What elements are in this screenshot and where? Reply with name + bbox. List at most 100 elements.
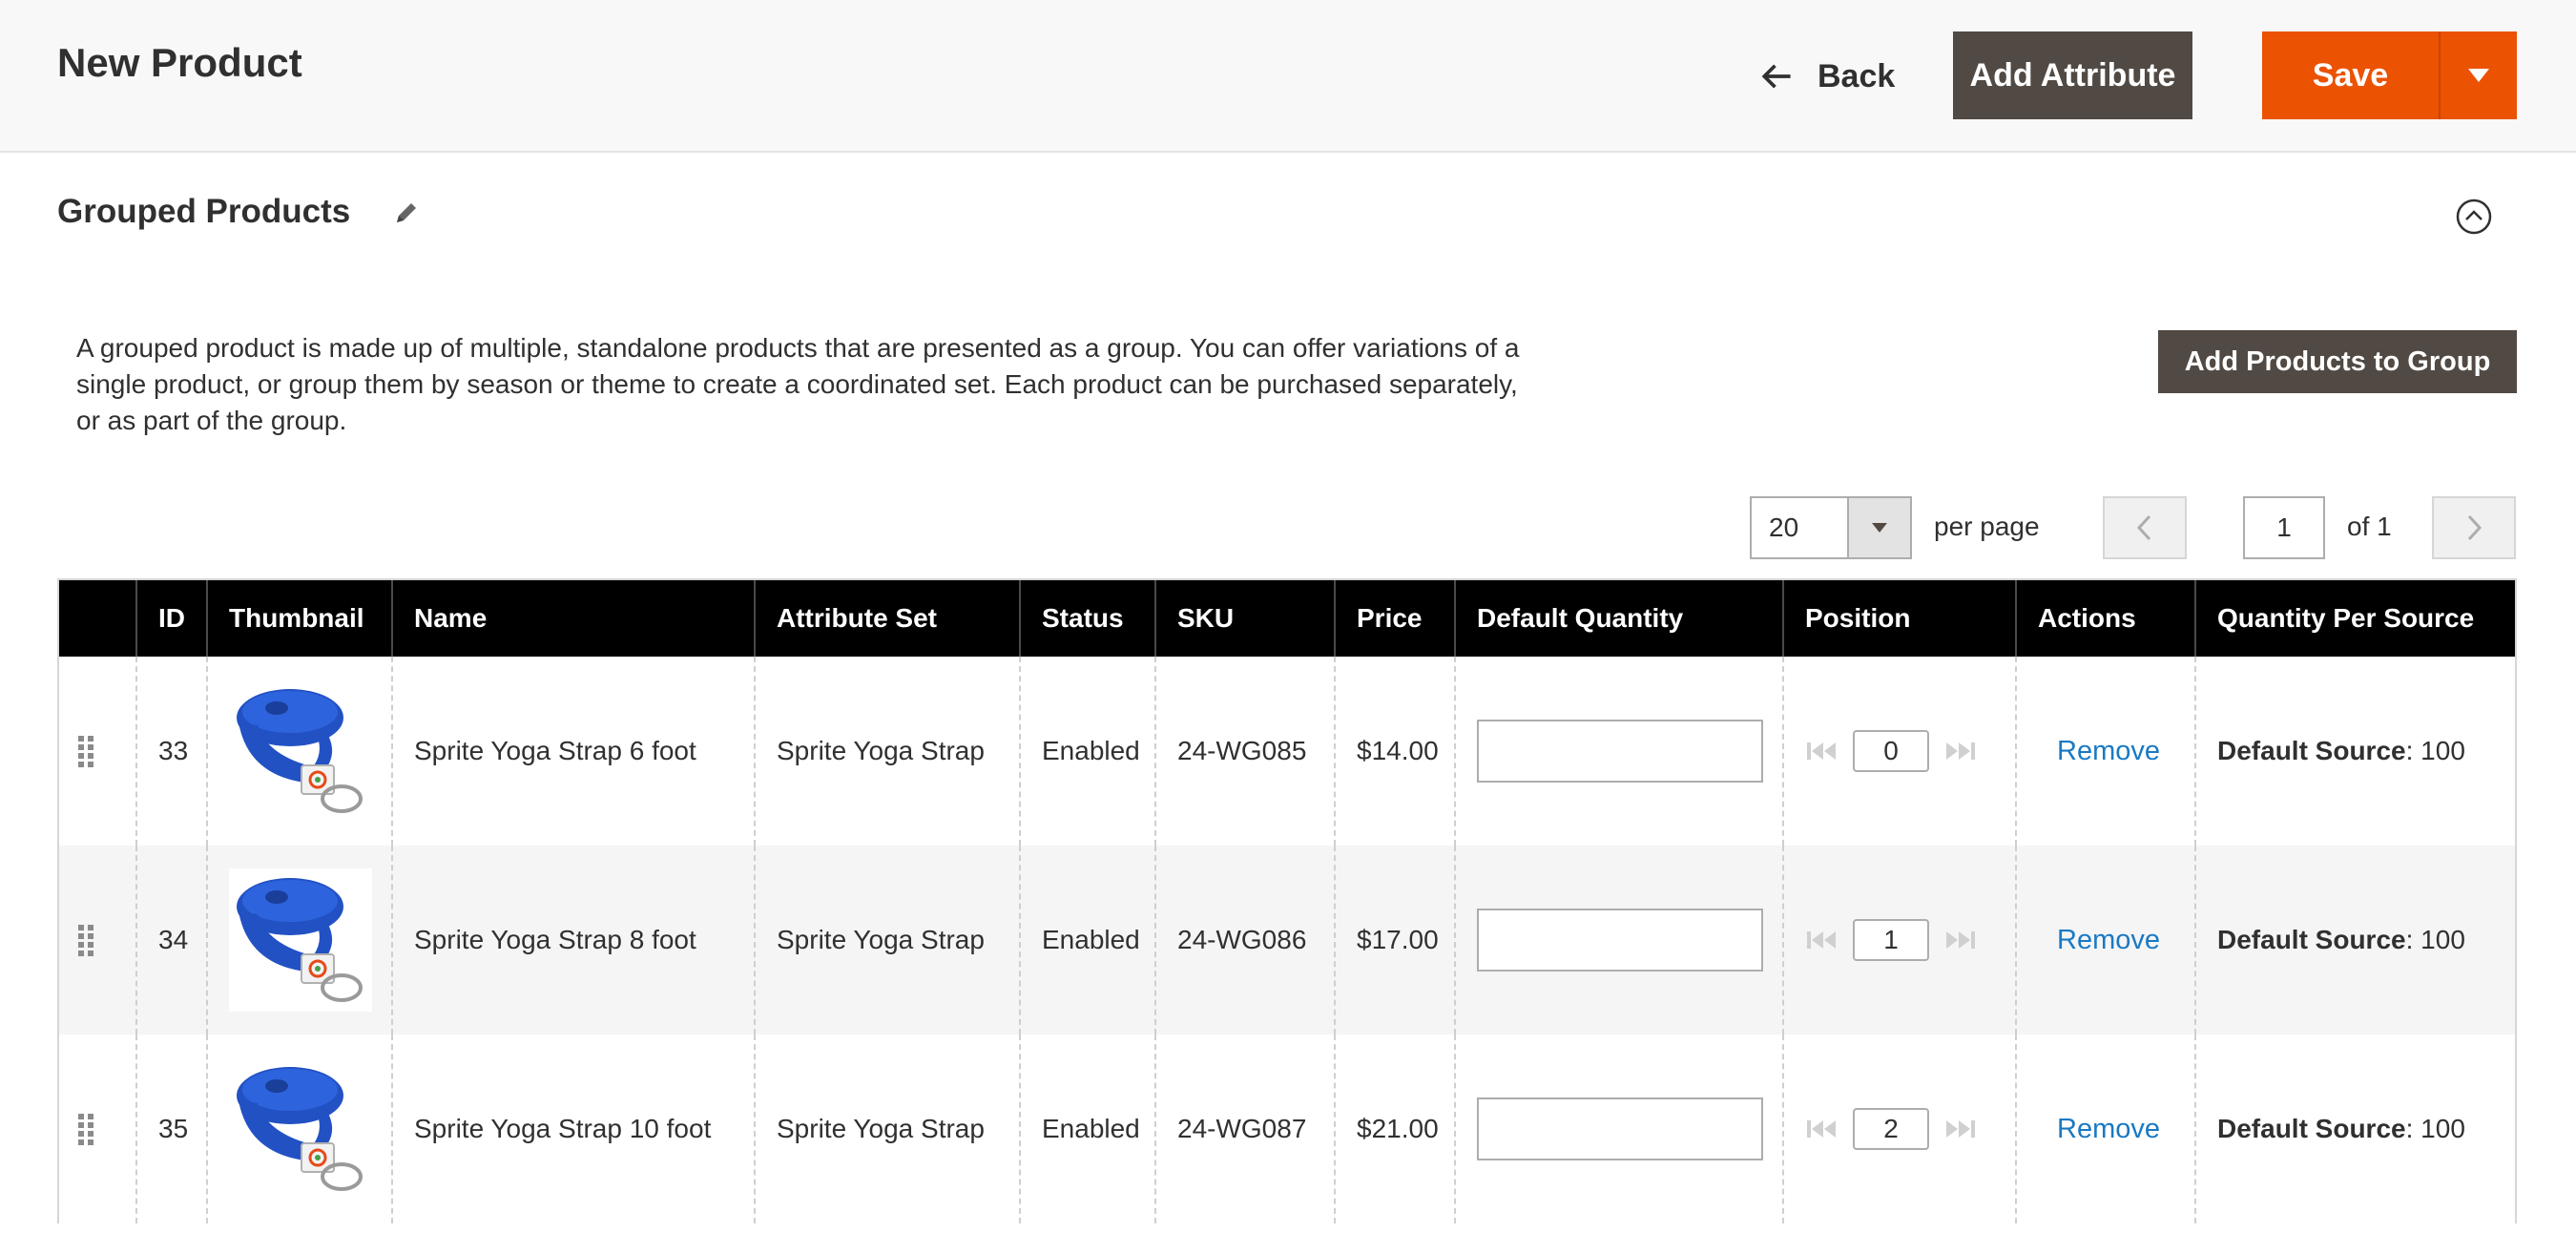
column-header-quantity-per-source: Quantity Per Source (2194, 580, 2515, 657)
back-button-label: Back (1818, 57, 1896, 94)
table-row: 35 Sprite Yoga Strap 10 foot Sprite Yoga… (59, 1035, 2515, 1223)
default-quantity-cell (1454, 657, 1782, 846)
position-cell (1782, 1035, 2015, 1223)
status-cell: Enabled (1019, 846, 1154, 1035)
product-thumbnail (229, 679, 372, 823)
position-input[interactable] (1853, 730, 1929, 772)
per-page-label: per page (1934, 512, 2040, 541)
actions-cell: Remove (2015, 1035, 2194, 1223)
drag-cell (59, 657, 135, 846)
source-name: Default Source (2217, 736, 2406, 765)
next-page-button[interactable] (2432, 496, 2516, 559)
attribute-set-cell: Sprite Yoga Strap (754, 846, 1019, 1035)
current-page-input[interactable] (2243, 496, 2325, 559)
name-cell: Sprite Yoga Strap 6 foot (391, 657, 754, 846)
source-name: Default Source (2217, 925, 2406, 954)
column-header-actions: Actions (2015, 580, 2194, 657)
price-cell: $17.00 (1334, 846, 1454, 1035)
per-page-select[interactable]: 20 (1750, 496, 1912, 559)
column-header-drag (59, 580, 135, 657)
position-input[interactable] (1853, 1108, 1929, 1150)
product-thumbnail (229, 1057, 372, 1201)
skip-to-first-icon[interactable] (1805, 741, 1839, 762)
column-header-price[interactable]: Price (1334, 580, 1454, 657)
sku-cell: 24-WG087 (1154, 1035, 1334, 1223)
attribute-set-cell: Sprite Yoga Strap (754, 1035, 1019, 1223)
remove-link[interactable]: Remove (2057, 736, 2160, 767)
status-cell: Enabled (1019, 657, 1154, 846)
thumbnail-cell (206, 657, 391, 846)
grouped-products-grid: ID Thumbnail Name Attribute Set Status S… (57, 578, 2517, 1223)
skip-to-last-icon[interactable] (1942, 1118, 1977, 1139)
default-quantity-input[interactable] (1477, 909, 1763, 972)
default-quantity-cell (1454, 1035, 1782, 1223)
skip-to-last-icon[interactable] (1942, 741, 1977, 762)
column-header-default-quantity: Default Quantity (1454, 580, 1782, 657)
name-cell: Sprite Yoga Strap 8 foot (391, 846, 754, 1035)
skip-to-first-icon[interactable] (1805, 930, 1839, 951)
actions-cell: Remove (2015, 657, 2194, 846)
quantity-per-source-cell: Default Source: 100 (2194, 1035, 2515, 1223)
price-cell: $21.00 (1334, 1035, 1454, 1223)
source-name: Default Source (2217, 1114, 2406, 1143)
skip-to-last-icon[interactable] (1942, 930, 1977, 951)
id-cell: 34 (135, 846, 206, 1035)
add-attribute-button[interactable]: Add Attribute (1953, 31, 2192, 119)
drag-cell (59, 846, 135, 1035)
drag-handle-icon[interactable] (76, 923, 97, 957)
status-cell: Enabled (1019, 1035, 1154, 1223)
arrow-left-icon (1761, 64, 1791, 89)
per-page-toggle[interactable] (1847, 498, 1910, 557)
quantity-per-source-cell: Default Source: 100 (2194, 846, 2515, 1035)
name-cell: Sprite Yoga Strap 10 foot (391, 1035, 754, 1223)
previous-page-button[interactable] (2103, 496, 2187, 559)
position-input[interactable] (1853, 919, 1929, 961)
pencil-icon[interactable] (391, 198, 422, 228)
add-products-to-group-button[interactable]: Add Products to Group (2158, 330, 2517, 393)
source-quantity: : 100 (2405, 925, 2465, 954)
save-button[interactable]: Save (2262, 31, 2439, 119)
table-row: 33 Sprite Yoga Strap 6 foot Sprite Yoga … (59, 657, 2515, 846)
column-header-thumbnail: Thumbnail (206, 580, 391, 657)
page-header: New Product Back Add Attribute Save (0, 0, 2576, 153)
quantity-per-source-cell: Default Source: 100 (2194, 657, 2515, 846)
skip-to-first-icon[interactable] (1805, 1118, 1839, 1139)
chevron-up-circle-icon[interactable] (2455, 198, 2493, 236)
grid-header: ID Thumbnail Name Attribute Set Status S… (59, 580, 2515, 657)
thumbnail-cell (206, 846, 391, 1035)
default-quantity-input[interactable] (1477, 720, 1763, 783)
section-title: Grouped Products (57, 193, 351, 230)
product-thumbnail (229, 868, 372, 1012)
column-header-status[interactable]: Status (1019, 580, 1154, 657)
drag-cell (59, 1035, 135, 1223)
position-control (1805, 919, 1977, 961)
source-quantity: : 100 (2405, 1114, 2465, 1143)
chevron-right-icon (2467, 514, 2483, 541)
price-cell: $14.00 (1334, 657, 1454, 846)
position-cell (1782, 846, 2015, 1035)
drag-handle-icon[interactable] (76, 1112, 97, 1146)
remove-link[interactable]: Remove (2057, 925, 2160, 956)
drag-handle-icon[interactable] (76, 734, 97, 768)
attribute-set-cell: Sprite Yoga Strap (754, 657, 1019, 846)
chevron-left-icon (2136, 514, 2151, 541)
column-header-position: Position (1782, 580, 2015, 657)
column-header-name[interactable]: Name (391, 580, 754, 657)
section-description: A grouped product is made up of multiple… (76, 333, 1520, 435)
default-quantity-input[interactable] (1477, 1097, 1763, 1160)
id-cell: 35 (135, 1035, 206, 1223)
id-cell: 33 (135, 657, 206, 846)
sku-cell: 24-WG085 (1154, 657, 1334, 846)
column-header-id[interactable]: ID (135, 580, 206, 657)
back-button[interactable]: Back (1760, 50, 1895, 103)
thumbnail-cell (206, 1035, 391, 1223)
remove-link[interactable]: Remove (2057, 1114, 2160, 1145)
column-header-sku[interactable]: SKU (1154, 580, 1334, 657)
save-options-toggle[interactable] (2439, 31, 2517, 119)
caret-down-icon (1872, 523, 1887, 533)
table-row: 34 Sprite Yoga Strap 8 foot Sprite Yoga … (59, 846, 2515, 1035)
actions-cell: Remove (2015, 846, 2194, 1035)
column-header-attribute-set[interactable]: Attribute Set (754, 580, 1019, 657)
default-quantity-cell (1454, 846, 1782, 1035)
sku-cell: 24-WG086 (1154, 846, 1334, 1035)
